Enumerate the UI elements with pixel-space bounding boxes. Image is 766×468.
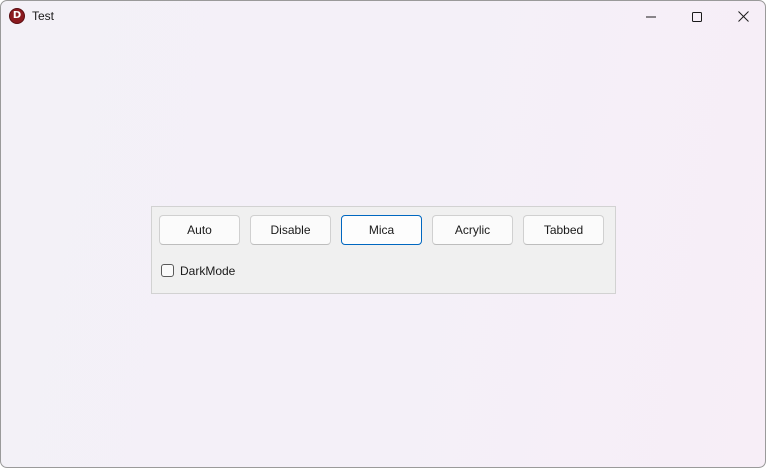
maximize-button[interactable] bbox=[674, 1, 720, 32]
title-bar[interactable]: D Test bbox=[1, 1, 765, 32]
tabbed-button[interactable]: Tabbed bbox=[523, 215, 604, 245]
backdrop-panel: Auto Disable Mica Acrylic Tabbed DarkMod… bbox=[151, 206, 616, 294]
acrylic-button[interactable]: Acrylic bbox=[432, 215, 513, 245]
darkmode-checkbox[interactable] bbox=[161, 264, 174, 277]
darkmode-label[interactable]: DarkMode bbox=[180, 264, 235, 278]
close-button[interactable] bbox=[720, 1, 765, 32]
disable-button[interactable]: Disable bbox=[250, 215, 331, 245]
minimize-icon bbox=[646, 16, 656, 17]
mica-button[interactable]: Mica bbox=[341, 215, 422, 245]
app-icon[interactable]: D bbox=[9, 8, 25, 24]
auto-button[interactable]: Auto bbox=[159, 215, 240, 245]
maximize-icon bbox=[692, 11, 702, 22]
app-window: D Test Auto Disable Mica Acrylic Tabbed … bbox=[0, 0, 766, 468]
window-title: Test bbox=[32, 9, 55, 23]
minimize-button[interactable] bbox=[628, 1, 674, 32]
close-icon bbox=[737, 11, 749, 22]
